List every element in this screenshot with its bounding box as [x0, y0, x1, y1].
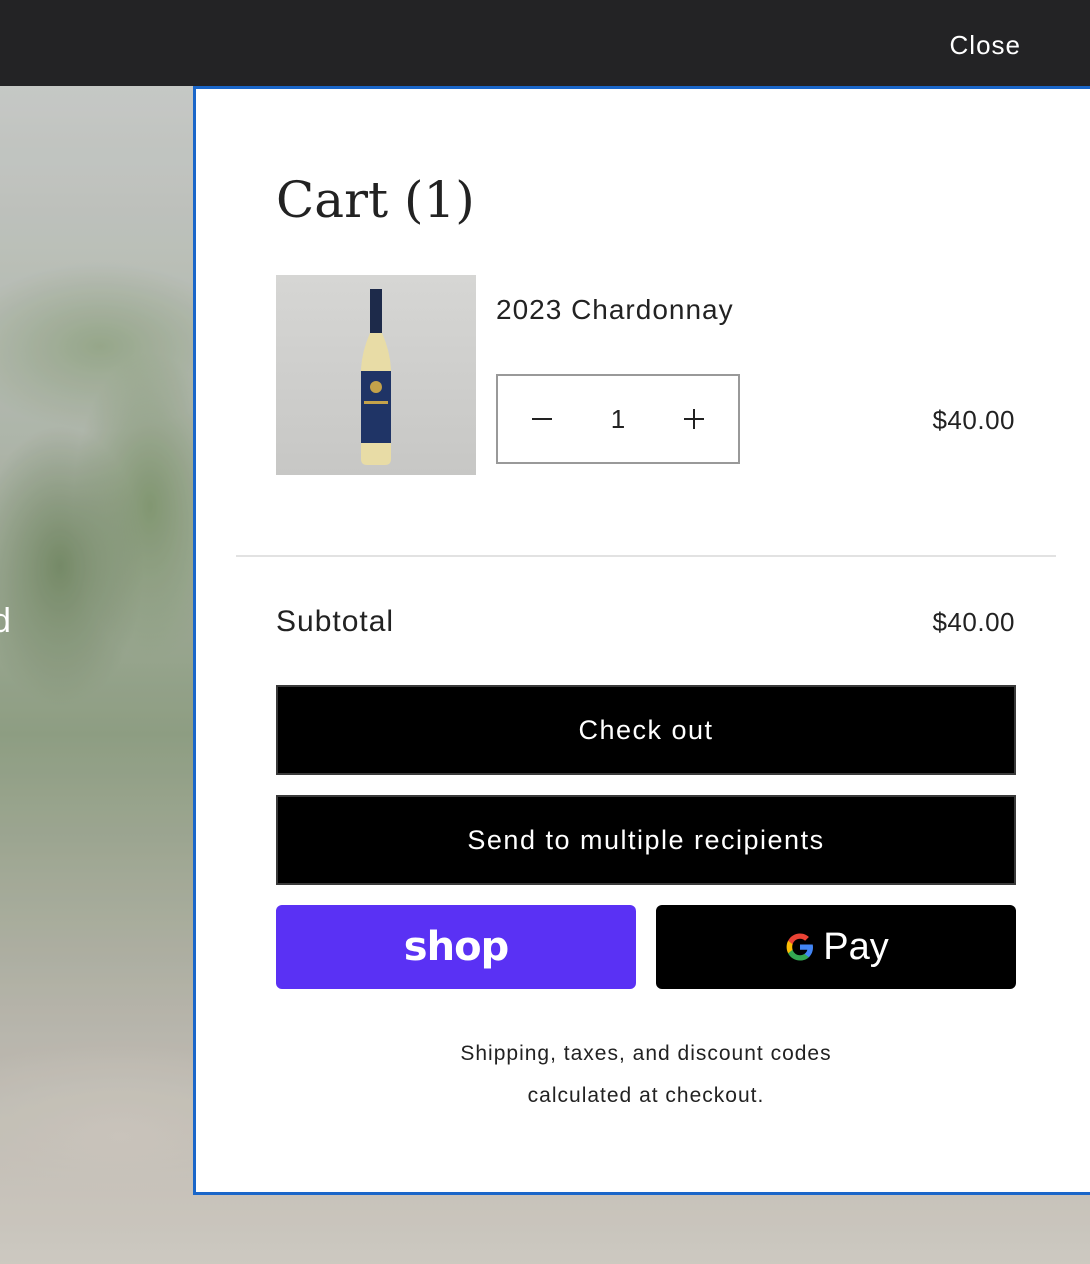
- cart-title: Cart (1): [276, 171, 475, 229]
- product-name[interactable]: 2023 Chardonnay: [496, 294, 734, 326]
- close-button[interactable]: Close: [950, 30, 1021, 61]
- checkout-note-line-1: Shipping, taxes, and discount codes: [460, 1042, 832, 1065]
- quantity-value[interactable]: 1: [586, 404, 650, 435]
- line-item-price: $40.00: [932, 405, 1015, 435]
- checkout-button[interactable]: Check out: [276, 685, 1016, 775]
- background-partial-text: d: [0, 602, 11, 640]
- increase-quantity-button[interactable]: [650, 376, 738, 462]
- decrease-quantity-button[interactable]: [498, 376, 586, 462]
- product-image[interactable]: [276, 275, 476, 475]
- send-to-multiple-recipients-button[interactable]: Send to multiple recipients: [276, 795, 1016, 885]
- shop-pay-logo: shop: [403, 924, 509, 970]
- checkout-note: Shipping, taxes, and discount codes calc…: [276, 1033, 1016, 1117]
- google-pay-button[interactable]: Pay: [656, 905, 1016, 989]
- google-pay-label: Pay: [823, 925, 889, 968]
- cart-drawer: Cart (1) 2023 Chardonnay 1 $40.00 Subtot…: [193, 86, 1090, 1195]
- subtotal-value: $40.00: [932, 607, 1015, 637]
- checkout-note-line-2: calculated at checkout.: [527, 1084, 765, 1107]
- google-g-icon: [786, 933, 814, 961]
- shop-pay-button[interactable]: shop: [276, 905, 636, 989]
- subtotal-label: Subtotal: [276, 605, 395, 638]
- divider: [236, 555, 1056, 557]
- wine-bottle-icon: [361, 289, 391, 465]
- minus-icon: [532, 418, 552, 420]
- quantity-stepper: 1: [496, 374, 740, 464]
- plus-icon: [684, 409, 704, 429]
- top-bar: Close: [0, 0, 1090, 86]
